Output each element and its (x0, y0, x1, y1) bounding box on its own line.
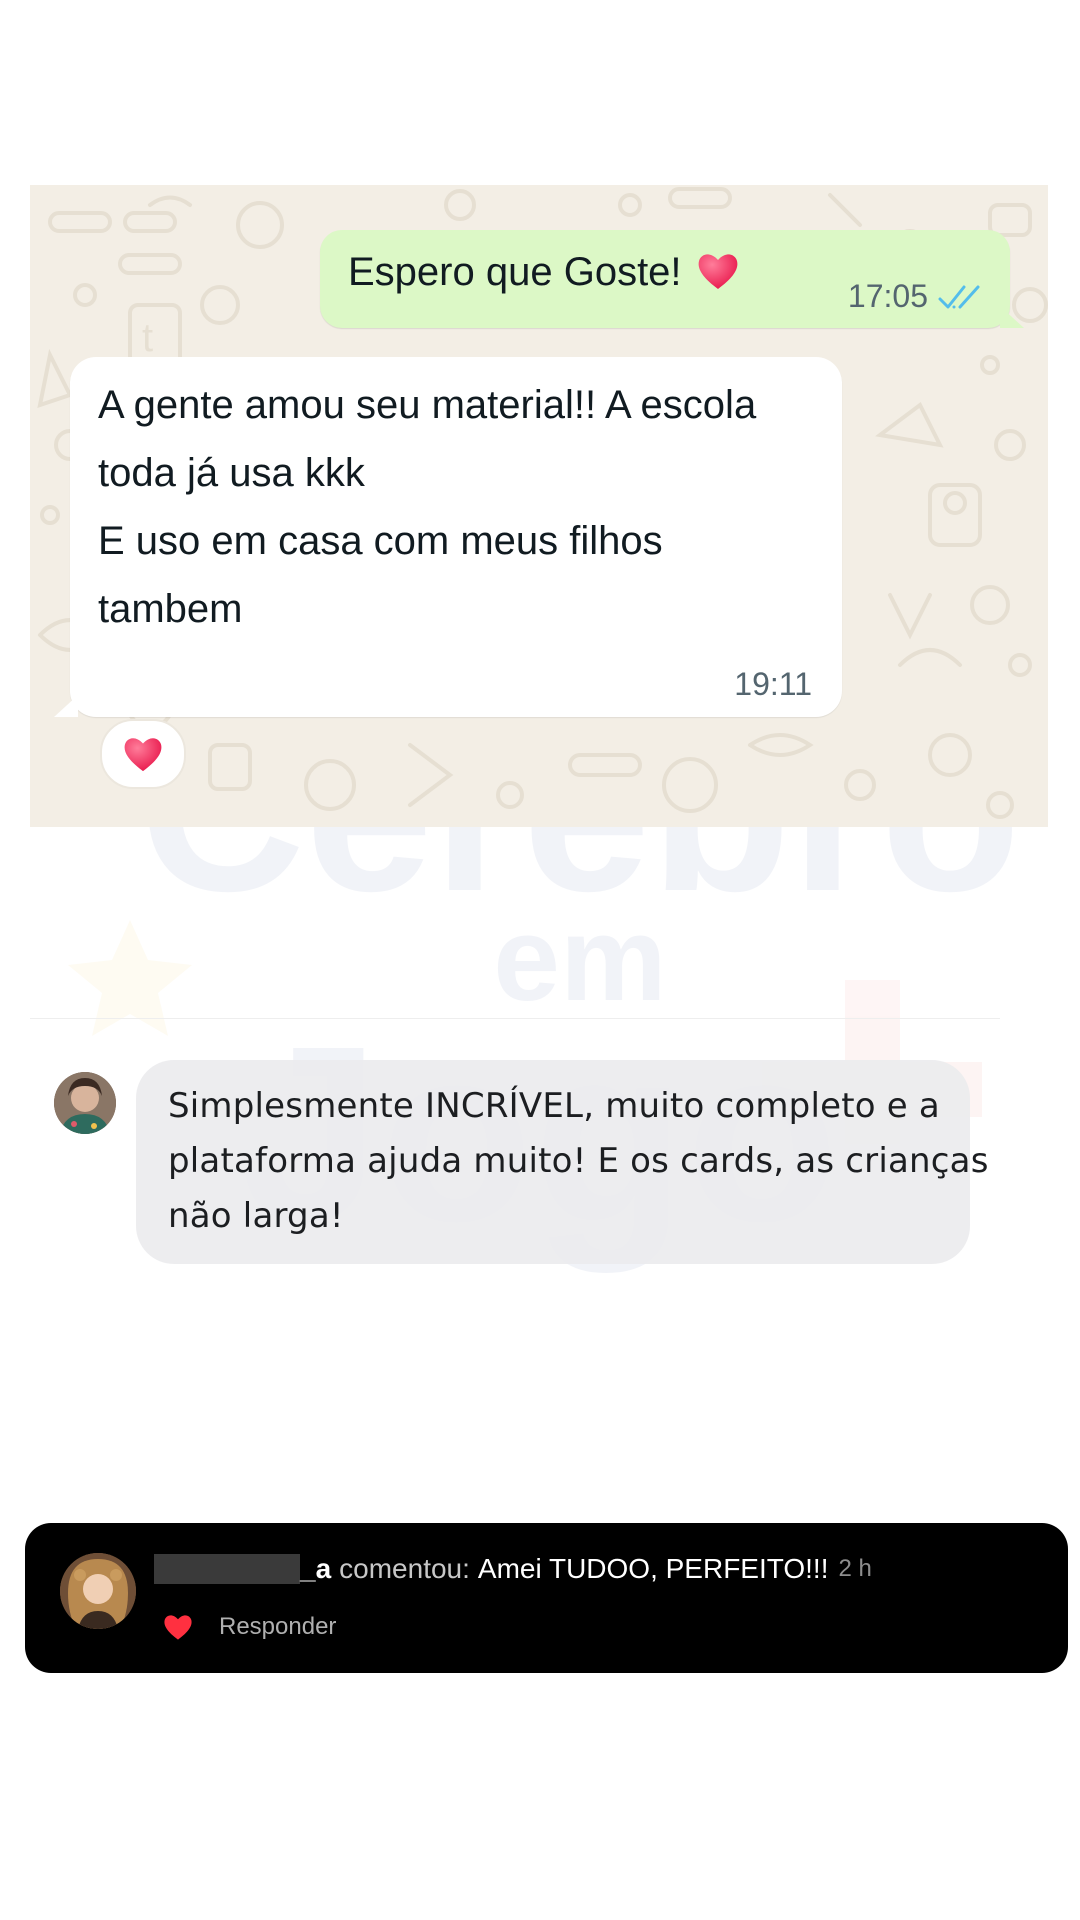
outgoing-message-time: 17:05 (847, 278, 928, 314)
incoming-message-line: E uso em casa com meus filhos (98, 519, 663, 563)
reply-button[interactable]: Responder (219, 1613, 336, 1641)
double-check-read-icon (938, 285, 980, 308)
svg-text:t: t (142, 316, 153, 360)
notification-avatar-photo (60, 1553, 136, 1629)
section-divider (30, 1018, 1000, 1019)
avatar[interactable] (60, 1553, 136, 1629)
incoming-message-line: toda já usa kkk (98, 451, 365, 495)
outgoing-message-bubble[interactable]: Espero que Goste! 17:05 (320, 230, 1024, 328)
avatar[interactable] (54, 1072, 116, 1134)
instagram-comment-notification[interactable]: _a comentou: Amei TUDOO, PERFEITO!!! 2 h… (25, 1523, 1068, 1673)
comment-bubble: Simplesmente INCRÍVEL, muito completo e … (136, 1060, 988, 1264)
incoming-bubble-tail (54, 695, 78, 717)
notification-time: 2 h (838, 1555, 872, 1582)
heart-emoji-icon (698, 254, 738, 289)
redacted-username (154, 1554, 300, 1584)
outgoing-message-meta: 17:05 (848, 278, 982, 315)
incoming-message-time: 19:11 (734, 666, 812, 702)
incoming-message-line: A gente amou seu material!! A escola (98, 383, 757, 427)
heart-emoji-icon (124, 738, 162, 772)
notification-username[interactable]: _a (300, 1553, 331, 1585)
notification-actions: Responder (163, 1613, 336, 1641)
incoming-message-bubble[interactable]: A gente amou seu material!! A escola tod… (54, 357, 842, 717)
watermark-line2: em (493, 892, 666, 1026)
comment-text-line: Simplesmente INCRÍVEL, muito completo e … (168, 1086, 940, 1126)
outgoing-bubble-tail (1000, 306, 1024, 328)
heart-like-icon[interactable] (163, 1613, 193, 1641)
comment-text-line: plataforma ajuda muito! E os cards, as c… (168, 1141, 989, 1181)
outgoing-message-text: Espero que Goste! (348, 250, 739, 295)
notification-text: _a comentou: Amei TUDOO, PERFEITO!!! 2 h (154, 1553, 872, 1585)
message-reaction[interactable] (100, 719, 186, 789)
whatsapp-chat-panel: t Espero que Goste! 17:05 A gente amou s… (30, 185, 1048, 827)
notification-comment: Amei TUDOO, PERFEITO!!! (477, 1553, 829, 1584)
comment-text-line: não larga! (168, 1196, 344, 1236)
notification-action: comentou: (339, 1553, 470, 1584)
incoming-message-line: tambem (98, 587, 243, 631)
commenter-avatar-photo (54, 1072, 116, 1134)
